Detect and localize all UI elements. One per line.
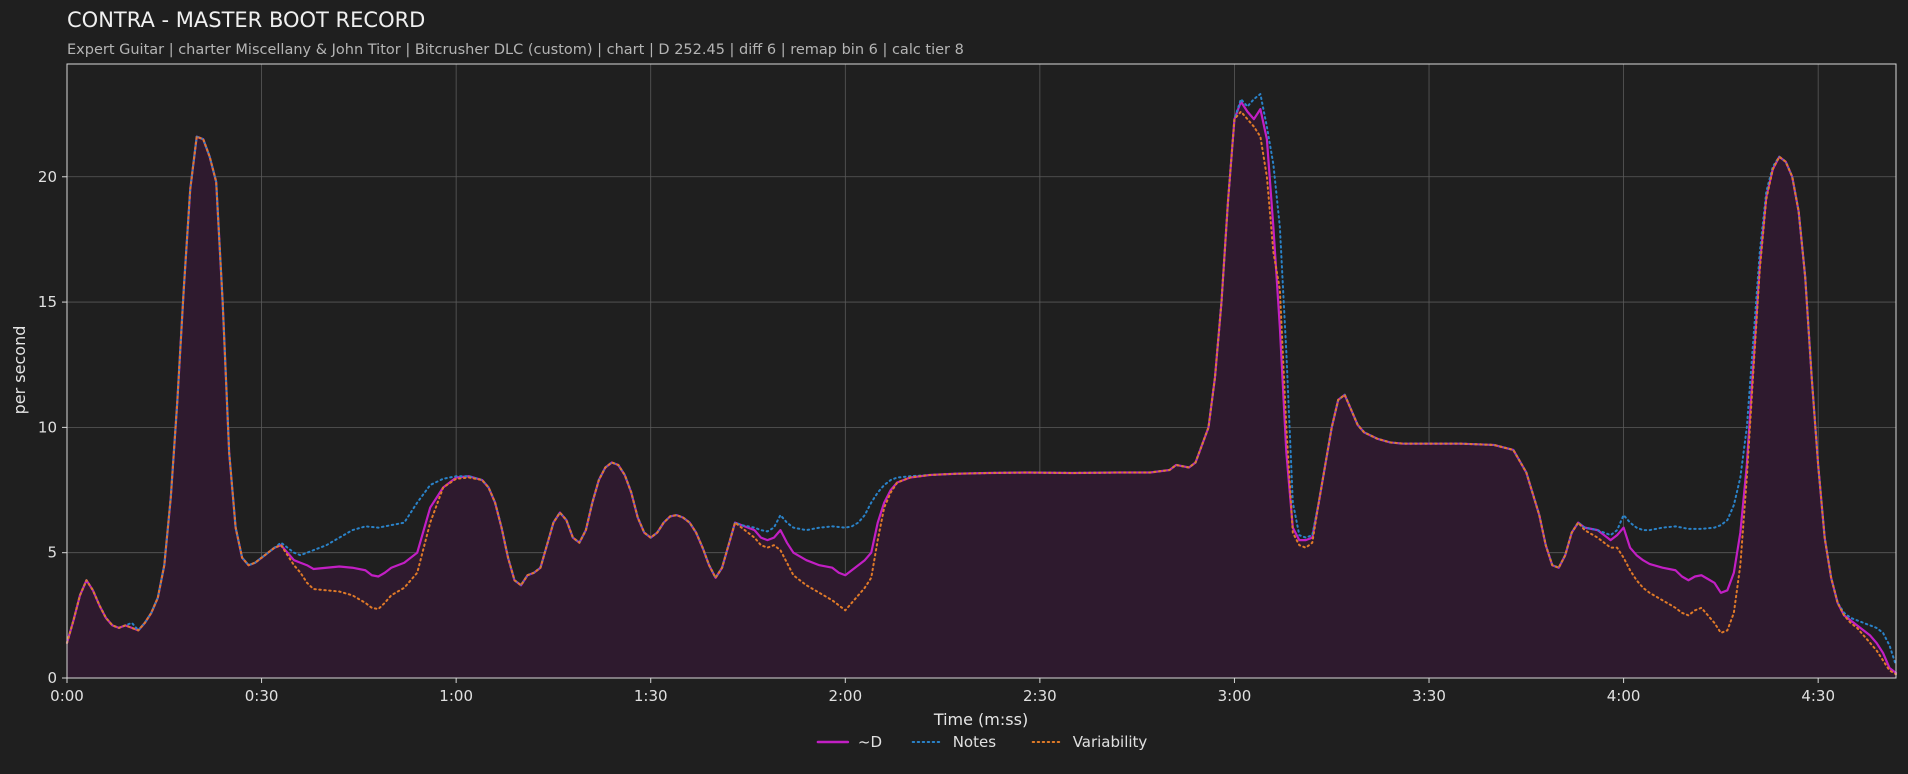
y-axis-label: per second [10,326,29,415]
legend: ~D Notes Variability [816,733,1148,751]
x-tick-label: 0:30 [245,687,279,705]
x-tick-label: 1:00 [439,687,473,705]
x-axis-label: Time (m:ss) [933,710,1028,729]
x-tick-label: 2:30 [1023,687,1057,705]
chart-subtitle: Expert Guitar | charter Miscellany & Joh… [67,42,964,58]
x-tick-label: 3:00 [1218,687,1252,705]
y-tick-label: 0 [47,669,57,687]
legend-label-variability: Variability [1073,733,1148,751]
chart-svg: CONTRA - MASTER BOOT RECORD Expert Guita… [0,0,1908,774]
x-tick-label: 3:30 [1412,687,1446,705]
x-tick-label: 2:00 [828,687,862,705]
chart-root: CONTRA - MASTER BOOT RECORD Expert Guita… [0,0,1908,774]
chart-title: CONTRA - MASTER BOOT RECORD [67,8,425,32]
y-tick-label: 10 [38,418,57,436]
y-tick-label: 15 [38,293,57,311]
x-tick-label: 4:30 [1801,687,1835,705]
x-tick-label: 0:00 [50,687,84,705]
x-tick-label: 4:00 [1607,687,1641,705]
legend-label-notes: Notes [953,733,997,751]
y-tick-label: 20 [38,168,57,186]
x-tick-label: 1:30 [634,687,668,705]
y-tick-label: 5 [47,544,57,562]
legend-label-d: ~D [858,733,882,751]
